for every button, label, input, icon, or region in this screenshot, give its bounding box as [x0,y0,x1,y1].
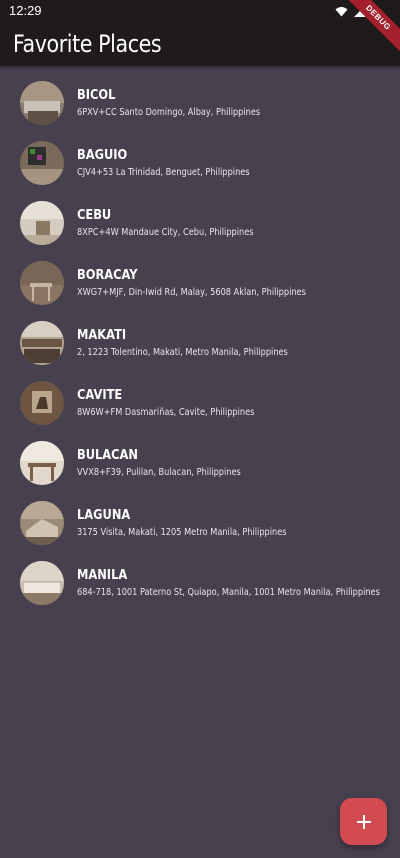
place-title: MANILA [77,568,128,583]
place-address: CJV4+53 La Trinidad, Benguet, Philippine… [77,167,250,178]
list-item-bulacan[interactable]: BULACAN VVX8+F39, Pulilan, Bulacan, Phil… [0,434,400,494]
place-image [20,201,64,245]
place-address: 6PXV+CC Santo Domingo, Albay, Philippine… [77,107,261,118]
place-title: BULACAN [77,448,138,463]
place-image [20,381,64,425]
plus-icon [356,814,371,829]
wifi-icon [335,6,348,16]
page-title: Favorite Places [13,30,162,58]
list-item-laguna[interactable]: LAGUNA 3175 Visita, Makati, 1205 Metro M… [0,494,400,554]
place-title: BICOL [77,88,116,103]
place-address: 2, 1223 Tolentino, Makati, Metro Manila,… [77,347,288,358]
place-title: BAGUIO [77,148,128,163]
place-image [20,501,64,545]
list-item-manila[interactable]: MANILA 684-718, 1001 Paterno St, Quiapo,… [0,554,400,614]
place-image [20,321,64,365]
place-address: 8W6W+FM Dasmariñas, Cavite, Philippines [77,407,255,418]
add-place-button[interactable] [340,798,387,845]
place-title: BORACAY [77,268,138,283]
place-image [20,141,64,185]
status-bar: 12:29 [0,0,400,24]
place-address: 3175 Visita, Makati, 1205 Metro Manila, … [77,527,287,538]
place-address: 8XPC+4W Mandaue City, Cebu, Philippines [77,227,254,238]
place-image [20,561,64,605]
place-address: 684-718, 1001 Paterno St, Quiapo, Manila… [77,587,380,598]
place-title: LAGUNA [77,508,131,523]
list-item-bicol[interactable]: BICOL 6PXV+CC Santo Domingo, Albay, Phil… [0,74,400,134]
place-image [20,441,64,485]
place-address: XWG7+MJF, Din-Iwid Rd, Malay, 5608 Aklan… [77,287,306,298]
place-image [20,81,64,125]
list-item-boracay[interactable]: BORACAY XWG7+MJF, Din-Iwid Rd, Malay, 56… [0,254,400,314]
place-title: MAKATI [77,328,127,343]
places-list: BICOL 6PXV+CC Santo Domingo, Albay, Phil… [0,74,400,614]
list-item-baguio[interactable]: BAGUIO CJV4+53 La Trinidad, Benguet, Phi… [0,134,400,194]
list-item-cavite[interactable]: CAVITE 8W6W+FM Dasmariñas, Cavite, Phili… [0,374,400,434]
place-title: CAVITE [77,388,123,403]
place-title: CEBU [77,208,112,223]
status-time: 12:29 [9,3,42,18]
list-item-cebu[interactable]: CEBU 8XPC+4W Mandaue City, Cebu, Philipp… [0,194,400,254]
place-address: VVX8+F39, Pulilan, Bulacan, Philippines [77,467,241,478]
list-item-makati[interactable]: MAKATI 2, 1223 Tolentino, Makati, Metro … [0,314,400,374]
app-bar: Favorite Places [0,24,400,66]
place-image [20,261,64,305]
